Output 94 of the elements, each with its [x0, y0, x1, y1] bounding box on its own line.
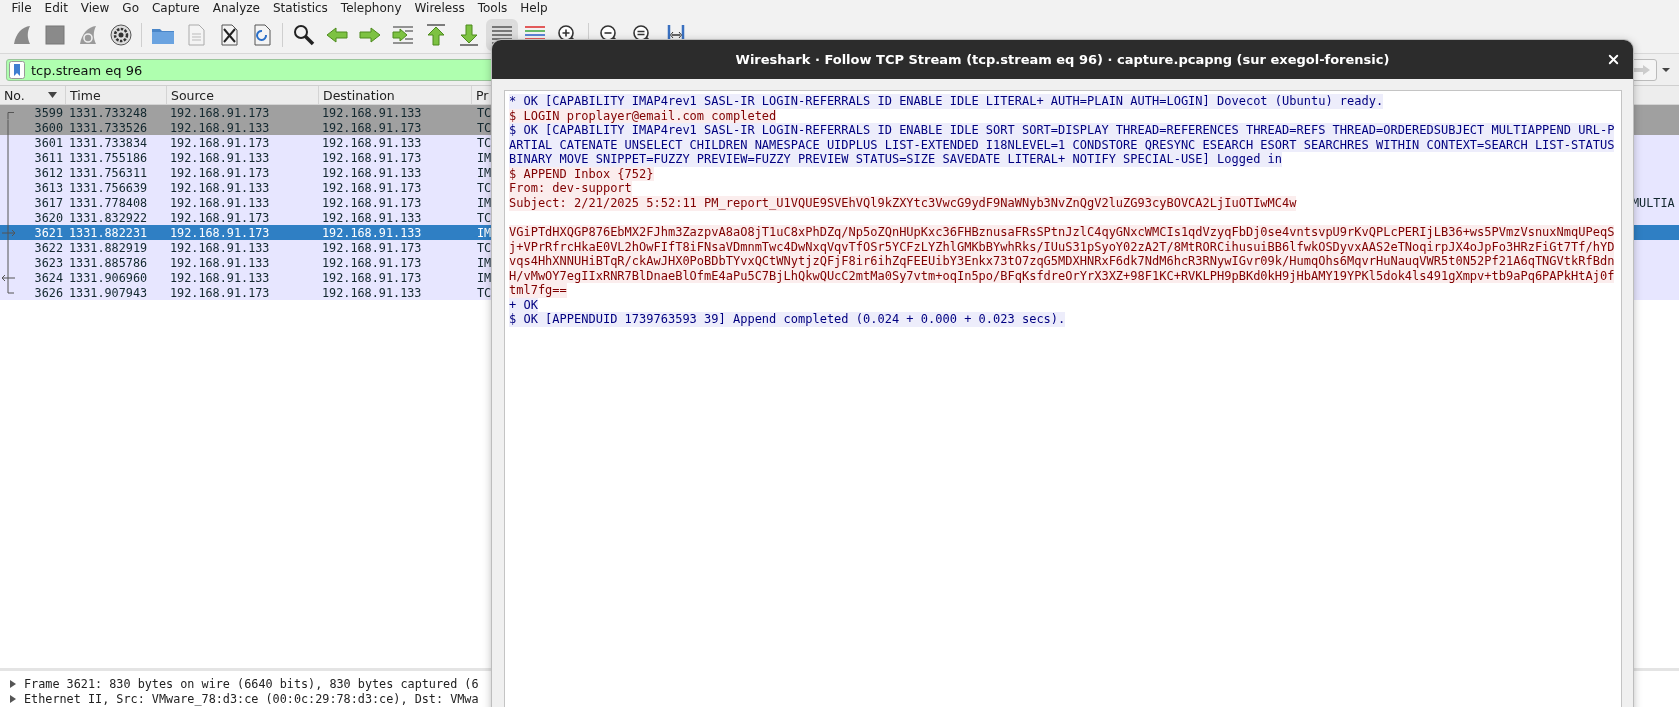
- menu-item[interactable]: Capture: [145, 0, 207, 17]
- table-cell: 1331.756639: [69, 180, 148, 195]
- stop-icon[interactable]: [42, 23, 67, 47]
- table-cell: 192.168.91.133: [170, 270, 270, 285]
- table-cell: 3620: [34, 210, 63, 225]
- table-cell: 1331.756311: [69, 165, 148, 180]
- column-header[interactable]: Time: [66, 86, 167, 104]
- table-cell: 192.168.91.173: [322, 240, 422, 255]
- table-cell: 1331.733248: [69, 105, 148, 120]
- table-cell: TC: [477, 210, 492, 225]
- table-cell: 3612: [34, 165, 63, 180]
- table-cell: 192.168.91.133: [322, 285, 422, 300]
- table-cell: 1331.907943: [69, 285, 148, 300]
- table-cell: 192.168.91.173: [170, 135, 270, 150]
- table-cell: 3626: [34, 285, 63, 300]
- table-cell: 1331.882231: [69, 225, 148, 240]
- table-cell: 192.168.91.173: [170, 210, 270, 225]
- table-cell: 1331.778408: [69, 195, 148, 210]
- table-cell: TC: [477, 285, 492, 300]
- detail-text: Ethernet II, Src: VMware_78:d3:ce (00:0c:29:78:d3:ce), Dst: VMwa: [24, 691, 479, 706]
- table-cell: 1331.832922: [69, 210, 148, 225]
- table-cell: 3617: [34, 195, 63, 210]
- column-header[interactable]: Destination: [319, 86, 472, 104]
- expander-icon[interactable]: [9, 679, 16, 688]
- table-cell: TC: [477, 120, 492, 135]
- table-cell: 192.168.91.133: [170, 240, 270, 255]
- table-cell: 192.168.91.173: [170, 225, 270, 240]
- table-cell: 192.168.91.173: [322, 180, 422, 195]
- menu-item[interactable]: Edit: [38, 0, 75, 17]
- gear-icon[interactable]: [108, 23, 133, 47]
- table-cell: 192.168.91.173: [322, 270, 422, 285]
- table-cell: 192.168.91.173: [170, 285, 270, 300]
- table-cell: 1331.882919: [69, 240, 148, 255]
- detail-row[interactable]: Ethernet II, Src: VMware_78:d3:ce (00:0c:29:78:d3:ce), Dst: VMwa: [0, 691, 1679, 706]
- table-cell: 192.168.91.133: [322, 210, 422, 225]
- table-cell: 192.168.91.133: [322, 225, 422, 240]
- column-header[interactable]: No.: [0, 86, 66, 104]
- table-cell: TC: [477, 105, 492, 120]
- table-cell: IM: [477, 270, 492, 285]
- dropdown-caret-icon[interactable]: [1661, 66, 1671, 74]
- table-cell: 192.168.91.133: [322, 165, 422, 180]
- table-cell: 3611: [34, 150, 63, 165]
- table-cell: IM: [477, 225, 492, 240]
- table-cell: 192.168.91.133: [170, 150, 270, 165]
- table-cell: 192.168.91.133: [322, 135, 422, 150]
- table-cell: 1331.733526: [69, 120, 148, 135]
- table-cell: 192.168.91.173: [170, 165, 270, 180]
- menu-item[interactable]: Tools: [471, 0, 514, 17]
- table-cell: 192.168.91.173: [170, 105, 270, 120]
- table-cell: 3622: [34, 240, 63, 255]
- menu-item[interactable]: Go: [115, 0, 146, 17]
- menu-item[interactable]: Wireless: [408, 0, 472, 17]
- menu-item[interactable]: View: [74, 0, 116, 17]
- table-cell: TC: [477, 240, 492, 255]
- table-cell: 192.168.91.173: [322, 195, 422, 210]
- table-cell: 1331.906960: [69, 270, 148, 285]
- table-cell: 192.168.91.133: [322, 105, 422, 120]
- window-title: Wireshark · Follow TCP Stream (tcp.stream eq 96) · capture.pcapng (sur exegol-forensic): [735, 52, 1390, 67]
- table-cell: 1331.755186: [69, 150, 148, 165]
- table-cell: 3613: [34, 180, 63, 195]
- table-cell: TC: [477, 135, 492, 150]
- table-cell: 192.168.91.173: [322, 120, 422, 135]
- table-cell: IM: [477, 150, 492, 165]
- menu-item[interactable]: Analyze: [206, 0, 267, 17]
- table-cell: 192.168.91.133: [170, 180, 270, 195]
- table-cell: 192.168.91.173: [322, 150, 422, 165]
- menu-item[interactable]: File: [5, 0, 39, 17]
- table-cell: 3600: [34, 120, 63, 135]
- jump-arrow-icon[interactable]: [390, 23, 415, 47]
- table-cell: 1331.885786: [69, 255, 148, 270]
- menu-item[interactable]: Statistics: [266, 0, 335, 17]
- column-header[interactable]: Source: [167, 86, 319, 104]
- table-cell: 3621: [34, 225, 63, 240]
- table-cell: IM: [477, 255, 492, 270]
- table-cell: IM: [477, 165, 492, 180]
- table-cell: 192.168.91.133: [170, 255, 270, 270]
- table-cell: 3623: [34, 255, 63, 270]
- detail-row[interactable]: Frame 3621: 830 bytes on wire (6640 bits), 830 bytes captured (6: [0, 676, 1679, 691]
- table-cell: 192.168.91.133: [170, 120, 270, 135]
- table-cell: 3624: [34, 270, 63, 285]
- close-icon[interactable]: [1606, 52, 1621, 67]
- bookmark-icon[interactable]: [9, 61, 25, 79]
- table-cell: 192.168.91.173: [322, 255, 422, 270]
- table-cell: IM: [477, 195, 492, 210]
- table-cell: 1331.733834: [69, 135, 148, 150]
- expander-icon[interactable]: [9, 694, 16, 703]
- table-cell: 3601: [34, 135, 63, 150]
- menu-item[interactable]: Help: [513, 0, 555, 17]
- table-cell: TC: [477, 180, 492, 195]
- table-cell: 192.168.91.133: [170, 195, 270, 210]
- search-icon[interactable]: [291, 23, 316, 47]
- table-cell: 3599: [34, 105, 63, 120]
- detail-text: Frame 3621: 830 bytes on wire (6640 bits), 830 bytes captured (6: [24, 676, 479, 691]
- menu-item[interactable]: Telephony: [334, 0, 408, 17]
